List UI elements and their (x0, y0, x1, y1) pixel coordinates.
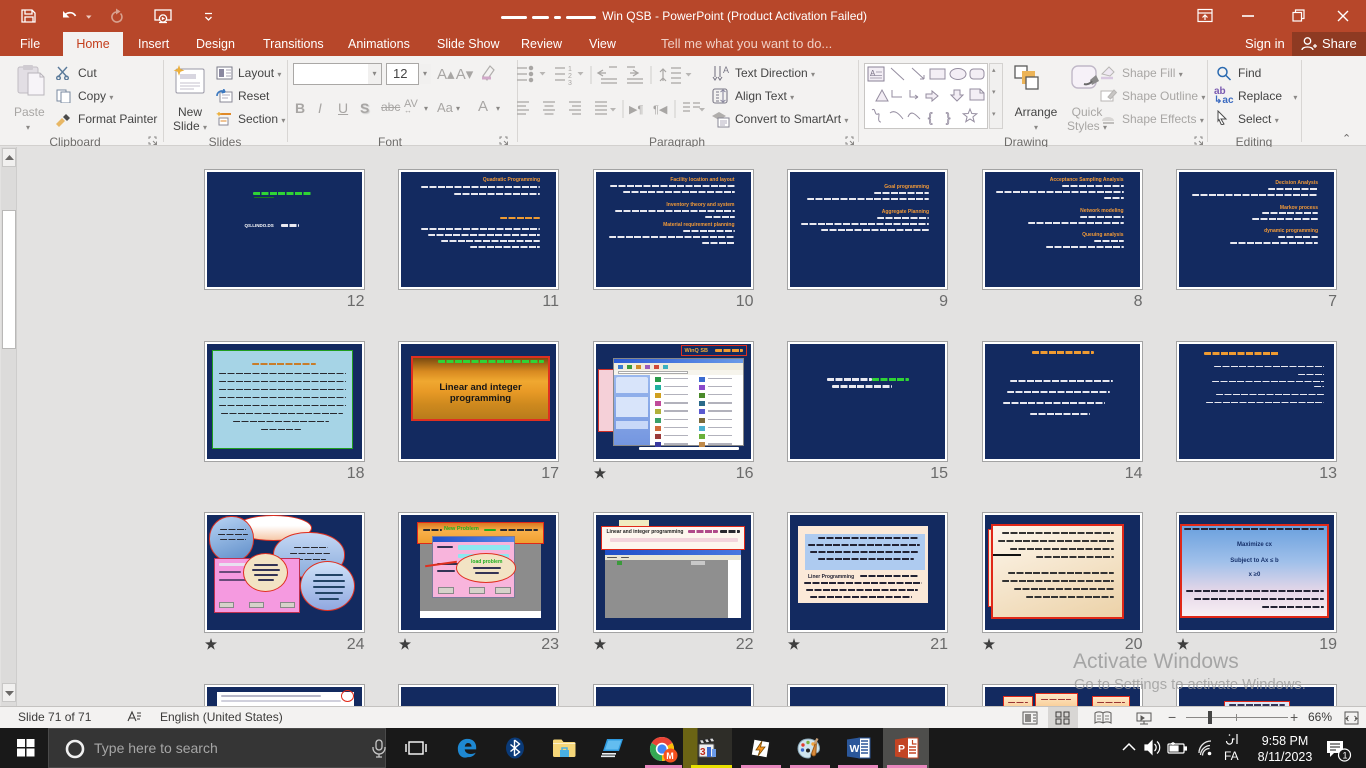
svg-text:A: A (870, 69, 876, 78)
svg-text:1: 1 (568, 66, 572, 73)
svg-text:P: P (898, 743, 905, 755)
svg-text:3: 3 (700, 747, 706, 758)
svg-text:2: 2 (568, 73, 572, 80)
svg-text:3: 3 (568, 80, 572, 86)
svg-text:A: A (723, 65, 729, 75)
svg-text:¶◀: ¶◀ (653, 104, 668, 116)
svg-text:1: 1 (1343, 751, 1348, 761)
svg-text:}: } (946, 110, 951, 125)
svg-text:{: { (928, 110, 933, 125)
svg-text:W: W (850, 743, 860, 755)
svg-text:M: M (666, 751, 674, 761)
svg-text:▶¶: ▶¶ (629, 104, 643, 116)
